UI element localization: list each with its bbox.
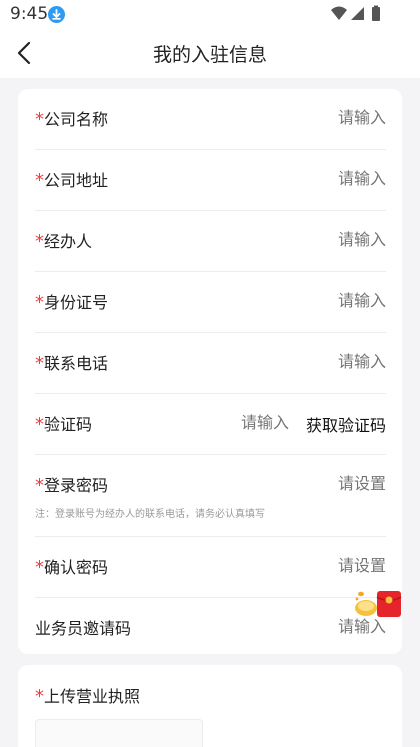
form-row-agent[interactable]: *经办人 (35, 211, 386, 272)
upload-license-button[interactable] (35, 719, 203, 747)
required-star: * (35, 414, 44, 435)
form-row-verification-code[interactable]: *验证码 获取验证码 (35, 394, 386, 455)
form-label: *联系电话 (35, 353, 109, 374)
status-icons (330, 5, 390, 23)
required-star: * (35, 170, 44, 191)
id-number-input[interactable] (306, 291, 386, 310)
form-label: *公司名称 (35, 109, 109, 130)
company-address-input[interactable] (306, 169, 386, 188)
company-name-input[interactable] (306, 108, 386, 127)
get-code-button[interactable]: 获取验证码 (306, 412, 386, 436)
required-star: * (35, 231, 44, 252)
form-label: *确认密码 (35, 557, 109, 578)
form-label: *公司地址 (35, 170, 109, 191)
login-password-input[interactable] (306, 474, 386, 493)
required-star: * (35, 353, 44, 374)
form-card: *公司名称 *公司地址 *经办人 *身份证号 *联系电话 *验证码 获取验证码 … (18, 89, 402, 654)
form-label: *经办人 (35, 231, 93, 252)
status-time: 9:45 (10, 4, 49, 24)
login-hint-text: 注：登录账号为经办人的联系电话，请务必认真填写 (35, 509, 265, 520)
form-row-company-address[interactable]: *公司地址 (35, 150, 386, 211)
status-bar: 9:45 (0, 0, 420, 28)
form-label: 业务员邀请码 (35, 619, 132, 638)
wifi-icon (331, 6, 347, 20)
required-star: * (35, 686, 44, 707)
phone-input[interactable] (306, 352, 386, 371)
form-row-login-password[interactable]: *登录密码 注：登录账号为经办人的联系电话，请务必认真填写 (35, 455, 386, 537)
signal-icon (351, 7, 364, 20)
form-row-id-number[interactable]: *身份证号 (35, 272, 386, 333)
form-label: *身份证号 (35, 292, 109, 313)
required-star: * (35, 557, 44, 578)
form-row-invite-code[interactable]: 业务员邀请码 (35, 598, 386, 659)
form-label: *验证码 (35, 414, 93, 435)
upload-label: *上传营业执照 (35, 686, 141, 707)
form-row-confirm-password[interactable]: *确认密码 (35, 537, 386, 598)
form-row-company-name[interactable]: *公司名称 (35, 89, 386, 150)
form-label: *登录密码 (35, 475, 109, 496)
form-row-phone[interactable]: *联系电话 (35, 333, 386, 394)
battery-icon (372, 5, 380, 21)
download-icon (48, 6, 65, 23)
verification-code-input[interactable] (229, 413, 289, 432)
confirm-password-input[interactable] (306, 556, 386, 575)
nav-bar: 我的入驻信息 (0, 28, 420, 78)
upload-card: *上传营业执照 (18, 665, 402, 747)
page-title: 我的入驻信息 (152, 44, 267, 66)
required-star: * (35, 109, 44, 130)
required-star: * (35, 475, 44, 496)
required-star: * (35, 292, 44, 313)
red-packet-icon[interactable] (352, 586, 410, 622)
agent-input[interactable] (306, 230, 386, 249)
